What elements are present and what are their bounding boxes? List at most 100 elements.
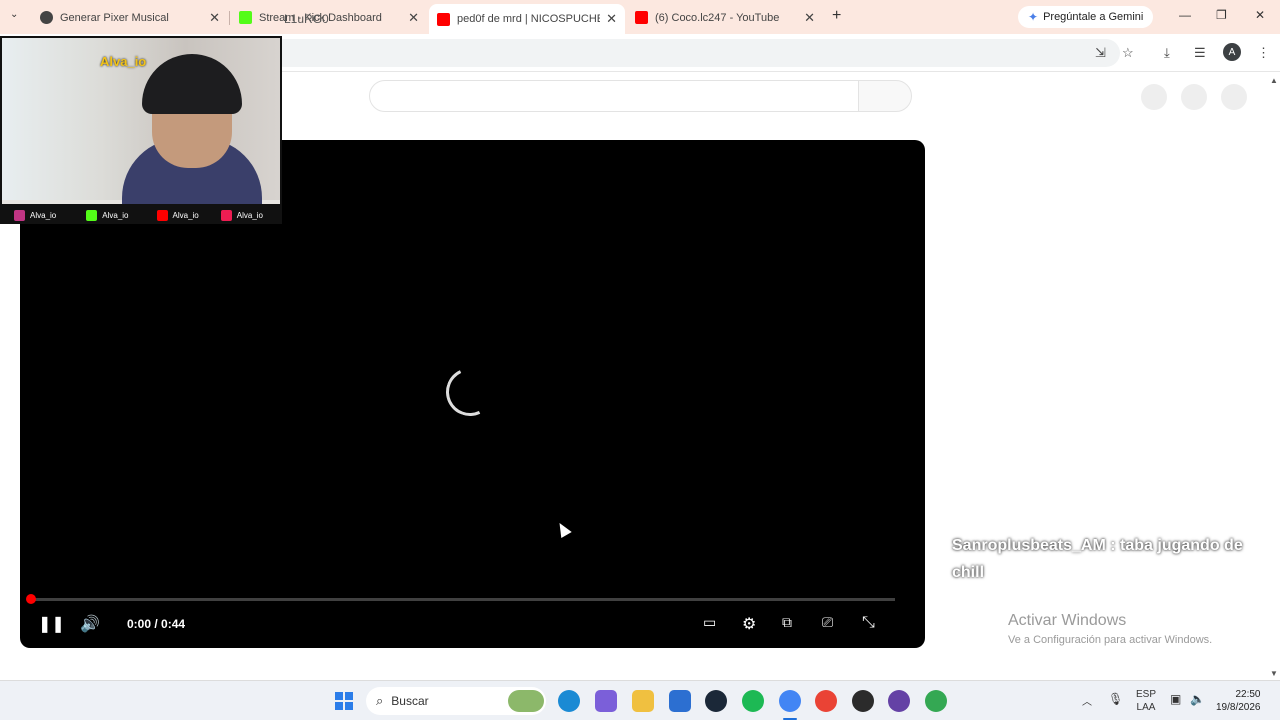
windows-taskbar: ⌕ Buscar ︿ 🎙 ESP LAA ▣ 🔈 22:50 19/8/2026 [0,680,1280,720]
tab-search-icon[interactable]: ⌄ [10,9,18,20]
store-icon[interactable] [669,690,691,712]
language-indicator[interactable]: ESP LAA [1136,688,1156,714]
youtube-icon [156,209,168,221]
time-display: 0:00 / 0:44 [127,617,186,631]
volume-icon[interactable]: 🔊 [80,614,100,634]
restore-icon[interactable]: ❐ [1216,8,1227,22]
chrome-profile-icon[interactable] [815,690,837,712]
search-button[interactable] [858,80,912,112]
settings-gear-icon[interactable]: ⚙ [742,614,756,634]
notifications-icon[interactable] [1181,84,1207,110]
taskbar-search-placeholder: Buscar [391,694,429,708]
scroll-up-arrow[interactable]: ▲ [1270,76,1278,85]
instagram-icon [14,209,25,221]
clock-date: 19/8/2026 [1216,702,1261,713]
kick-icon [86,209,98,221]
social-label: Alva_io [30,210,57,220]
globe-icon [40,11,53,24]
tab-nicospuches[interactable]: ped0f de mrd | NICOSPUCHES - ✕ [429,4,625,34]
profile-avatar[interactable]: A [1223,43,1241,61]
tray-chevron-icon[interactable]: ︿ [1082,693,1092,708]
menu-kebab-icon[interactable]: ⋮ [1257,45,1270,61]
tab-title: ped0f de mrd | NICOSPUCHES - [457,13,600,25]
download-icon[interactable]: ⤓ [1164,45,1170,61]
mouse-cursor-icon [554,519,572,539]
url-text[interactable]: L1uRG0 [284,12,329,26]
chrome-alt-icon[interactable] [925,690,947,712]
social-bar: Alva_io Alva_io Alva_io Alva_io [2,204,280,222]
streamer-handle: Alva_io [100,54,147,69]
tab-title: Stream - Kick Dashboard [259,11,382,24]
reading-list-icon[interactable]: ☰ [1194,45,1206,61]
lang-code: ESP [1136,689,1157,700]
create-icon[interactable] [1141,84,1167,110]
social-tiktok: Alva_io [220,209,263,221]
windows-start-icon[interactable] [335,692,353,710]
network-icon[interactable]: ▣ [1170,692,1181,706]
webcam-overlay: Alva_io Alva_io Alva_io Alva_io Alva_io [0,36,282,224]
theater-mode-icon[interactable]: ⧉ [782,614,792,631]
social-label: Alva_io [172,210,199,220]
close-icon[interactable]: ✕ [804,10,815,26]
social-label: Alva_io [236,210,263,220]
tab-generar-pixer[interactable]: Generar Pixer Musical ✕ [32,4,228,31]
new-tab-button[interactable]: + [832,7,841,25]
scroll-down-arrow[interactable]: ▼ [1270,669,1278,678]
taskbar-clock[interactable]: 22:50 19/8/2026 [1216,688,1261,714]
social-label: Alva_io [102,210,129,220]
social-kick: Alva_io [86,209,129,221]
pause-icon[interactable]: ❚❚ [38,614,65,634]
chat-overlay-message: Sanroplusbeats_AM : taba jugando de chil… [952,532,1252,586]
search-input[interactable] [369,80,859,112]
spotify-icon[interactable] [742,690,764,712]
tab-strip: ⌄ Generar Pixer Musical ✕ Stream - Kick … [0,0,1280,34]
progress-bar[interactable] [30,598,895,601]
loading-spinner-icon [439,361,501,423]
tiktok-icon [220,209,232,221]
activate-title: Activar Windows [1008,612,1127,629]
microphone-icon[interactable]: 🎙 [1108,692,1123,706]
lang-layout: LAA [1136,702,1156,713]
search-icon: ⌕ [376,693,384,708]
chrome-icon[interactable] [779,690,801,712]
kick-icon [239,11,252,24]
activate-subtitle: Ve a Configuración para activar Windows. [1008,634,1213,646]
social-instagram: Alva_io [14,209,57,221]
tab-coco-youtube[interactable]: (6) Coco.lc247 - YouTube ✕ [627,4,823,31]
copilot-icon[interactable] [595,690,617,712]
youtube-icon [437,12,450,26]
youtube-icon [635,11,648,24]
gemini-button[interactable]: ✦ Pregúntale a Gemini [1018,6,1154,28]
edge-icon[interactable] [558,690,580,712]
minimize-icon[interactable]: — [1179,8,1191,22]
obs-icon[interactable] [852,690,874,712]
gemini-label: Pregúntale a Gemini [1043,11,1144,23]
file-explorer-icon[interactable] [632,690,654,712]
tab-kick-dashboard[interactable]: Stream - Kick Dashboard ✕ [231,4,427,31]
discord-icon[interactable] [888,690,910,712]
tab-separator [229,11,230,25]
fullscreen-exit-icon[interactable]: ⤡ [862,614,875,632]
social-youtube: Alva_io [156,209,199,221]
install-app-icon[interactable]: ⇲ [1095,45,1106,61]
tab-title: (6) Coco.lc247 - YouTube [655,11,780,24]
close-icon[interactable]: ✕ [209,10,220,26]
chat-username: Sanroplusbeats_AM [952,537,1106,554]
widgets-icon[interactable] [508,690,544,712]
clock-time: 22:50 [1235,689,1261,700]
steam-icon[interactable] [705,690,727,712]
chat-separator: : [1110,537,1116,554]
close-icon[interactable]: ✕ [606,11,617,27]
address-bar[interactable] [270,39,1120,67]
account-avatar[interactable] [1221,84,1247,110]
activate-windows-watermark: Activar Windows Ve a Configuración para … [1008,612,1212,646]
bookmark-star-icon[interactable]: ☆ [1122,45,1134,61]
window-close-icon[interactable]: ✕ [1255,8,1265,22]
scrubber-handle[interactable] [26,594,36,604]
cast-icon[interactable]: ⎚ [822,614,833,631]
speaker-icon[interactable]: 🔈 [1190,692,1205,706]
close-icon[interactable]: ✕ [408,10,419,26]
subtitles-icon[interactable]: ▭ [703,614,716,631]
gemini-icon: ✦ [1028,10,1039,24]
tab-title: Generar Pixer Musical [60,11,169,24]
